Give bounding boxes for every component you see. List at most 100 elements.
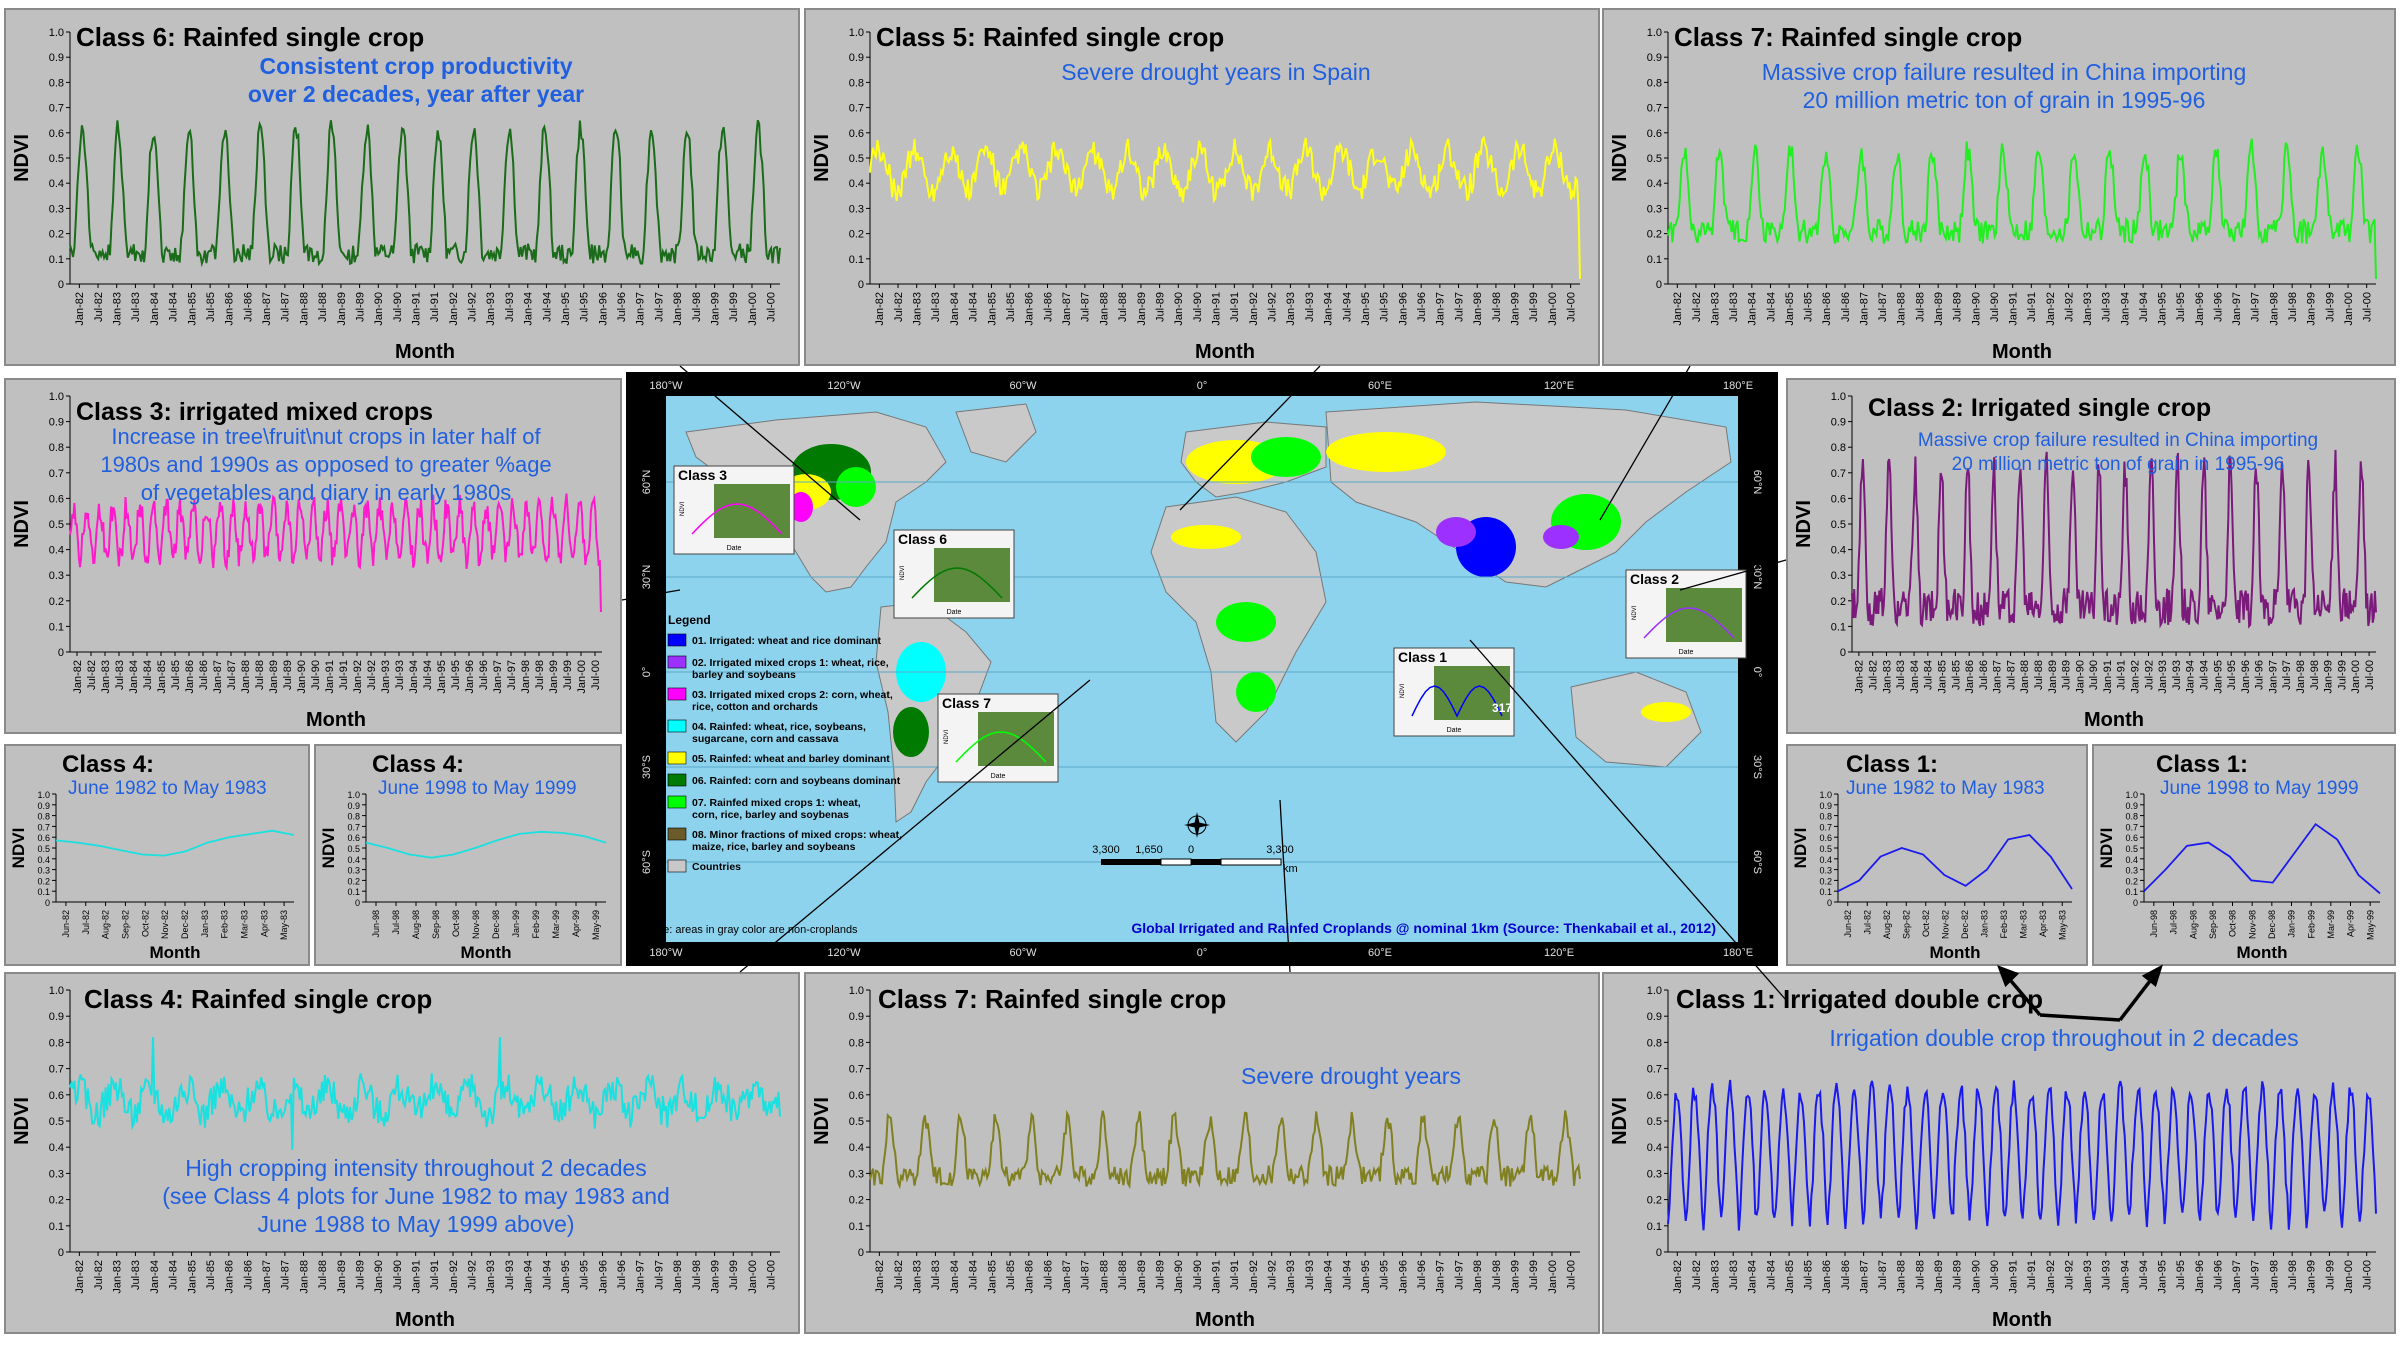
panel-note: June 1998 to May 1999: [378, 778, 577, 799]
y-tick-label: 0.3: [1831, 570, 1846, 582]
lat-right-4: 60°S: [1751, 850, 1763, 874]
x-tick-label: Jan-98: [672, 292, 684, 326]
x-axis-label: Month: [1992, 1309, 2052, 1331]
x-tick-label: Jul-98: [1491, 292, 1503, 322]
x-tick-label: Jan-92: [2045, 292, 2057, 326]
series-line: [2143, 822, 2381, 895]
panel-title: Class 4:: [62, 751, 154, 778]
y-tick-label: 0.8: [1831, 442, 1846, 454]
x-tick-label: Jul-85: [205, 1260, 217, 1290]
lon-top-5: 120°E: [1544, 380, 1574, 392]
x-tick-label: Jul-87: [226, 660, 238, 690]
x-tick-label: Jul-82: [893, 292, 905, 322]
x-tick-label: Jul-99: [1528, 292, 1540, 322]
x-tick-label: Jul-00: [2364, 660, 2376, 690]
x-tick-label: Jul-92: [1267, 292, 1279, 322]
y-tick-label: 0: [58, 1247, 64, 1259]
chart-svg: 00.10.20.30.40.50.60.70.80.91.0 NDVI Jun-9…: [319, 751, 607, 962]
chart-panel-class6: 0 0.1 0.2 0.3 0.4 0.5 0.6 0.7 0.8 0.9 1.0 NDVI Jan-8…: [4, 8, 800, 366]
x-tick-label: Jan-89: [1933, 1260, 1945, 1294]
lat-right-0: 60°N: [1751, 470, 1763, 495]
y-tick-label: 0.8: [849, 77, 864, 89]
x-tick-label: Jul-87: [1080, 1260, 1092, 1290]
x-tick-label: Jul-92: [2063, 1260, 2075, 1290]
x-tick-label: Dec-98: [2267, 910, 2277, 939]
x-tick-label: Apr-83: [2038, 910, 2048, 937]
x-tick-label: Jan-87: [212, 660, 224, 694]
x-tick-label: Jul-98: [2309, 660, 2321, 690]
lat-left-4: 60°S: [641, 850, 653, 874]
x-tick-label: Jan-96: [597, 1260, 609, 1294]
x-tick-label: Jan-95: [560, 292, 572, 326]
x-tick-label: Jan-83: [100, 660, 112, 694]
y-tick-label: 0.4: [49, 545, 64, 557]
x-tick-label: Jan-91: [1211, 1260, 1223, 1294]
y-axis-label: NDVI: [1793, 500, 1815, 548]
lon-bottom-4: 60°E: [1368, 947, 1392, 959]
y-tick-label: 0.2: [1831, 596, 1846, 608]
y-tick-label: 0.7: [49, 1064, 64, 1076]
x-tick-label: Jul-91: [2116, 660, 2128, 690]
panel-note: Irrigation double crop throughout in 2 d…: [1829, 1025, 2298, 1051]
chart-panel-class2: 0 0.1 0.2 0.3 0.4 0.5 0.6 0.7 0.8 0.9 1.0 NDVI Jan-8…: [1786, 378, 2396, 734]
y-tick-label: 0.6: [849, 128, 864, 140]
chart-svg: 0 0.1 0.2 0.3 0.4 0.5 0.6 0.7 0.8 0.9 1.0 NDVI Jan-8…: [11, 391, 602, 731]
x-tick-label: Jul-86: [242, 292, 254, 322]
series-line: [365, 830, 607, 859]
legend-label: 08. Minor fractions of mixed crops: whea…: [692, 829, 902, 841]
chart-panel-class1-1982: 0 0.1 0.2 0.3 0.4 0.5 0.6 0.7 0.8 0.9 1.0 NDVI Jun-8…: [1786, 744, 2088, 966]
x-tick-label: Jan-96: [2194, 1260, 2206, 1294]
x-tick-label: Jul-84: [168, 292, 180, 322]
y-tick-label: 0.2: [1647, 229, 1662, 241]
x-tick-label: Jan-89: [2047, 660, 2059, 694]
x-tick-label: Jul-84: [168, 1260, 180, 1290]
x-tick-label: Jan-82: [1854, 660, 1866, 694]
panel-title: Class 3: irrigated mixed crops: [76, 398, 433, 426]
lon-top-3: 0°: [1197, 380, 1208, 392]
legend-label: 06. Rainfed: corn and soybeans dominant: [692, 775, 901, 787]
x-tick-label: Jul-91: [1229, 292, 1241, 322]
x-tick-label: Jan-91: [324, 660, 336, 694]
x-tick-label: Jan-84: [949, 292, 961, 326]
legend-label: 05. Rainfed: wheat and barley dominant: [692, 753, 890, 765]
y-axis-label: NDVI: [11, 1097, 33, 1145]
x-tick-label: Jul-82: [893, 1260, 905, 1290]
chart-svg: 00.10.20.30.40.50.60.70.80.91.0 NDVI Jun-8…: [9, 751, 295, 962]
x-tick-label: Jul-83: [130, 1260, 142, 1290]
y-tick-label: 0.4: [849, 178, 864, 190]
y-tick-label: 0.6: [1831, 493, 1846, 505]
x-tick-label: Jan-83: [912, 1260, 924, 1294]
x-tick-label: Jan-86: [1024, 292, 1036, 326]
y-tick-label: 1.0: [1831, 391, 1846, 403]
x-tick-label: Jul-92: [467, 292, 479, 322]
y-tick-label: 0.5: [1647, 1116, 1662, 1128]
y-tick-label: 1.0: [347, 790, 360, 800]
y-tick-label: 0.4: [1647, 1142, 1662, 1154]
y-tick-label: 0.9: [2125, 801, 2138, 811]
y-tick-label: 0.2: [1647, 1195, 1662, 1207]
legend-label: Countries: [692, 861, 741, 873]
y-tick-label: 0.8: [347, 812, 360, 822]
chart-svg: 0 0.1 0.2 0.3 0.4 0.5 0.6 0.7 0.8 0.9 1.0 NDVI Jan-8…: [11, 22, 781, 363]
x-tick-label: Jan-87: [1858, 1260, 1870, 1294]
x-tick-label: Jul-88: [1117, 292, 1129, 322]
x-tick-label: Jan-86: [224, 1260, 236, 1294]
x-tick-label: Jul-94: [541, 292, 553, 322]
x-tick-label: Jan-99: [1509, 1260, 1521, 1294]
panel-note: June 1982 to May 1983: [68, 778, 267, 799]
series-line: [869, 135, 1581, 280]
y-tick-label: 0.7: [1819, 822, 1832, 832]
x-tick-label: Aug-98: [2188, 910, 2198, 939]
x-tick-label: Jul-85: [1950, 660, 1962, 690]
x-tick-label: Jul-84: [1765, 292, 1777, 322]
y-tick-label: 1.0: [1647, 27, 1662, 39]
chart-svg: 0 0.1 0.2 0.3 0.4 0.5 0.6 0.7 0.8 0.9 1.0 NDVI Jan-8…: [11, 984, 781, 1331]
y-tick-label: 0.5: [2125, 844, 2138, 854]
x-tick-label: Jan-89: [1136, 292, 1148, 326]
x-tick-label: Jan-91: [1211, 292, 1223, 326]
x-tick-label: Jul-94: [2138, 1260, 2150, 1290]
x-axis-label: Month: [2237, 943, 2288, 962]
x-tick-label: Jul-88: [254, 660, 266, 690]
y-tick-label: 0.5: [347, 844, 360, 854]
x-tick-label: Jan-99: [709, 292, 721, 326]
